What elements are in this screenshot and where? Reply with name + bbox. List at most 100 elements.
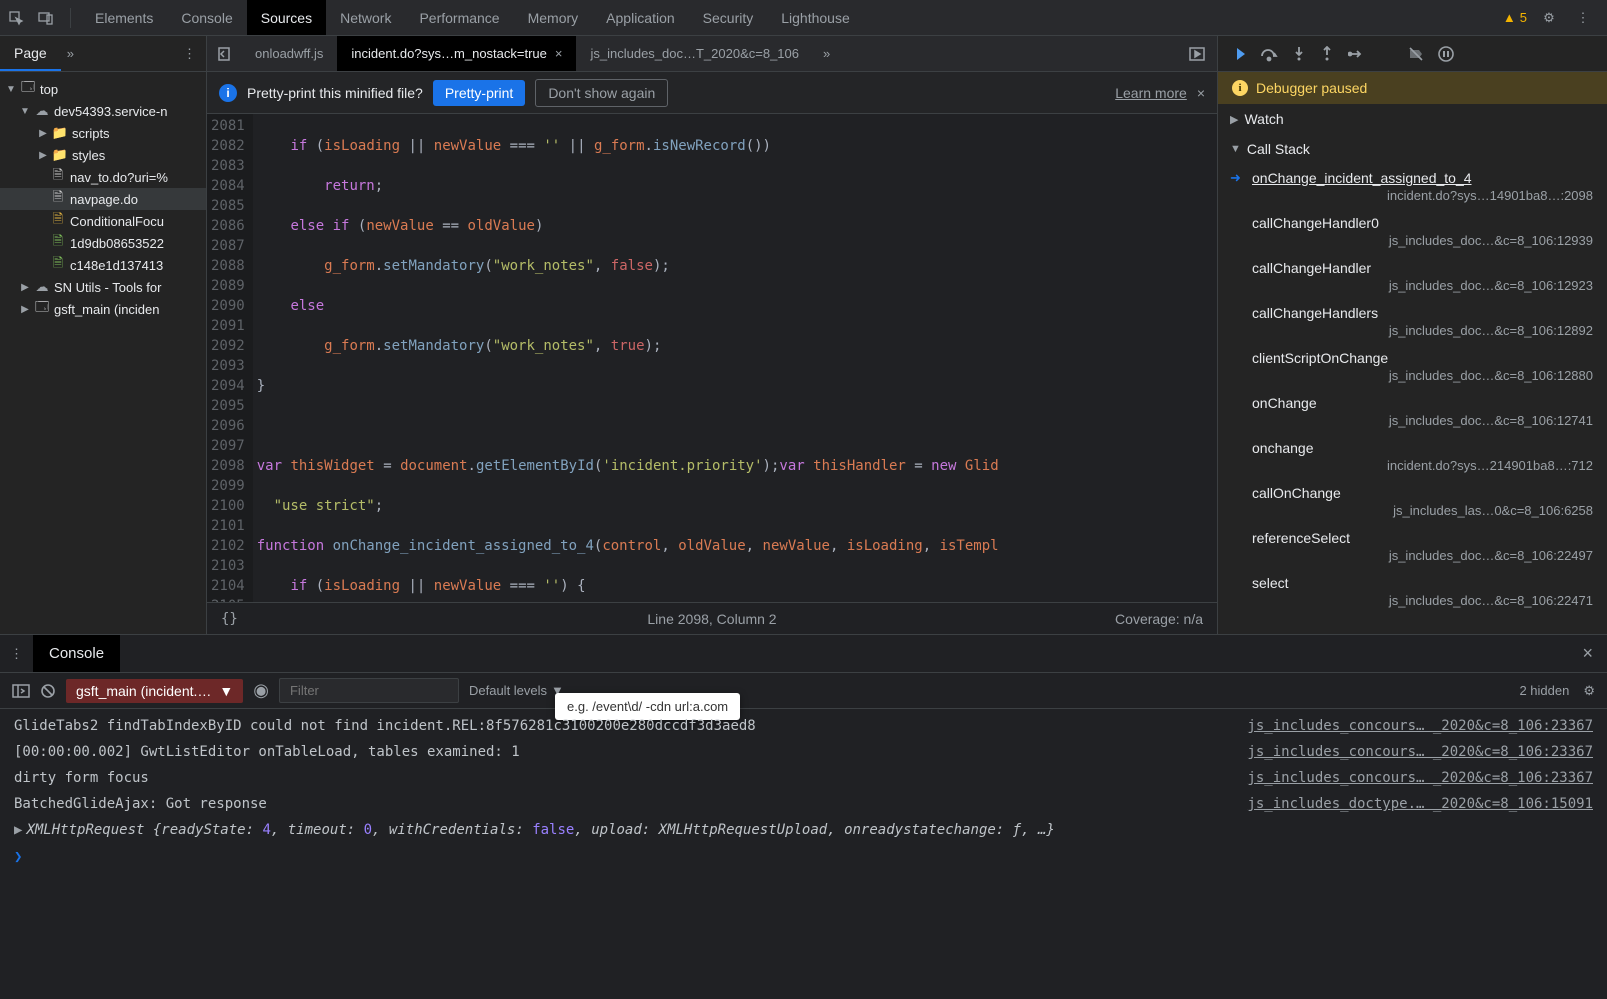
resume-icon[interactable] (1230, 46, 1246, 62)
log-message: ▶XMLHttpRequest {readyState: 4, timeout:… (14, 819, 1593, 841)
close-drawer-icon[interactable]: × (1568, 643, 1607, 664)
settings-icon[interactable]: ⚙ (1537, 6, 1561, 30)
inspect-icon[interactable] (4, 6, 28, 30)
tree-gsft[interactable]: ▶🗔gsft_main (inciden (0, 298, 206, 320)
more-tabs-icon[interactable]: » (813, 46, 840, 61)
tab-security[interactable]: Security (689, 0, 768, 35)
frame-name: callChangeHandlers (1252, 305, 1593, 321)
console-prompt[interactable]: ❯ (0, 843, 1607, 871)
log-source[interactable]: js_includes_concours… _2020&c=8_106:2336… (1227, 741, 1593, 763)
tab-elements[interactable]: Elements (81, 0, 167, 35)
file-tab-label: js_includes_doc…T_2020&c=8_106 (590, 46, 799, 61)
frame-name: onChange (1252, 395, 1593, 411)
console-settings-icon[interactable]: ⚙ (1583, 683, 1595, 699)
console-log-row[interactable]: BatchedGlideAjax: Got response js_includ… (0, 791, 1607, 817)
stack-frame[interactable]: callChangeHandler js_includes_doc…&c=8_1… (1218, 254, 1607, 299)
deactivate-breakpoints-icon[interactable] (1408, 46, 1424, 62)
tab-network[interactable]: Network (326, 0, 405, 35)
stack-frame[interactable]: callChangeHandler0 js_includes_doc…&c=8_… (1218, 209, 1607, 254)
section-label: Watch (1244, 111, 1283, 127)
console-log-row[interactable]: ▶XMLHttpRequest {readyState: 4, timeout:… (0, 817, 1607, 843)
tree-file-navto[interactable]: 🗎nav_to.do?uri=% (0, 166, 206, 188)
console-sidebar-icon[interactable] (12, 684, 30, 698)
log-levels-dropdown[interactable]: Default levels▼ (469, 683, 564, 698)
tree-domain[interactable]: ▼☁dev54393.service-n (0, 100, 206, 122)
device-icon[interactable] (34, 6, 58, 30)
more-icon[interactable]: ⋮ (1571, 6, 1595, 30)
tree-label: scripts (72, 126, 110, 141)
hidden-count[interactable]: 2 hidden (1519, 683, 1569, 698)
context-selector[interactable]: gsft_main (incident.…▼ (66, 679, 243, 703)
pretty-print-button[interactable]: Pretty-print (433, 80, 525, 106)
console-log-row[interactable]: GlideTabs2 findTabIndexByID could not fi… (0, 713, 1607, 739)
pause-exceptions-icon[interactable] (1438, 46, 1454, 62)
tab-sources[interactable]: Sources (247, 0, 326, 35)
log-source[interactable]: js_includes_concours… _2020&c=8_106:2336… (1227, 715, 1593, 737)
stack-frame[interactable]: callOnChange js_includes_las…0&c=8_106:6… (1218, 479, 1607, 524)
console-output[interactable]: GlideTabs2 findTabIndexByID could not fi… (0, 709, 1607, 999)
tab-memory[interactable]: Memory (514, 0, 593, 35)
debugger-paused-banner: i Debugger paused (1218, 72, 1607, 104)
close-icon[interactable]: × (555, 46, 563, 61)
stack-frame[interactable]: onchange incident.do?sys…214901ba8…:712 (1218, 434, 1607, 479)
tree-file-cond[interactable]: 🗎ConditionalFocu (0, 210, 206, 232)
drawer-menu-icon[interactable]: ⋮ (0, 646, 33, 662)
tree-file-1[interactable]: 🗎1d9db08653522 (0, 232, 206, 254)
file-tab-2[interactable]: incident.do?sys…m_nostack=true× (337, 36, 576, 71)
file-tree: ▼🗔top ▼☁dev54393.service-n ▶📁scripts ▶📁s… (0, 72, 206, 326)
frame-name: callOnChange (1252, 485, 1593, 501)
dont-show-button[interactable]: Don't show again (535, 79, 668, 107)
tree-file-2[interactable]: 🗎c148e1d137413 (0, 254, 206, 276)
section-label: Call Stack (1247, 141, 1310, 157)
log-source[interactable]: js_includes_concours… _2020&c=8_106:2336… (1227, 767, 1593, 789)
step-into-icon[interactable] (1292, 46, 1306, 62)
live-expression-icon[interactable]: ◉ (253, 680, 269, 701)
step-over-icon[interactable] (1260, 46, 1278, 62)
code-editor[interactable]: 2081208220832084208520862087208820892090… (207, 114, 1217, 602)
console-log-row[interactable]: [00:00:00.002] GwtListEditor onTableLoad… (0, 739, 1607, 765)
console-tab[interactable]: Console (33, 635, 120, 672)
file-tab-1[interactable]: onloadwff.js (241, 36, 337, 71)
tree-top[interactable]: ▼🗔top (0, 78, 206, 100)
step-icon[interactable] (1348, 46, 1366, 62)
tree-folder-styles[interactable]: ▶📁styles (0, 144, 206, 166)
warning-count: 5 (1520, 10, 1527, 25)
step-out-icon[interactable] (1320, 46, 1334, 62)
tab-lighthouse[interactable]: Lighthouse (767, 0, 864, 35)
main-toolbar: Elements Console Sources Network Perform… (0, 0, 1607, 36)
page-tab[interactable]: Page (0, 36, 61, 71)
tree-file-navpage[interactable]: 🗎navpage.do (0, 188, 206, 210)
learn-more-link[interactable]: Learn more (1115, 85, 1187, 101)
tab-performance[interactable]: Performance (405, 0, 513, 35)
console-log-row[interactable]: dirty form focus js_includes_concours… _… (0, 765, 1607, 791)
warning-badge[interactable]: ▲ 5 (1503, 10, 1527, 25)
stack-frame[interactable]: select js_includes_doc…&c=8_106:22471 (1218, 569, 1607, 614)
history-back-icon[interactable] (207, 47, 241, 61)
tree-label: SN Utils - Tools for (54, 280, 161, 295)
navigator-menu-icon[interactable]: ⋮ (173, 46, 206, 62)
frame-location: incident.do?sys…14901ba8…:2098 (1252, 188, 1593, 203)
tree-folder-scripts[interactable]: ▶📁scripts (0, 122, 206, 144)
stack-frame[interactable]: referenceSelect js_includes_doc…&c=8_106… (1218, 524, 1607, 569)
format-icon[interactable]: {} (221, 611, 238, 627)
clear-console-icon[interactable] (40, 683, 56, 699)
callstack-section[interactable]: ▼Call Stack (1218, 134, 1607, 164)
file-tab-3[interactable]: js_includes_doc…T_2020&c=8_106 (576, 36, 813, 71)
debugger-panel: i Debugger paused ▶Watch ▼Call Stack onC… (1217, 36, 1607, 634)
levels-label: Default levels (469, 683, 547, 698)
filter-input[interactable] (279, 678, 459, 703)
stack-frame[interactable]: onChange_incident_assigned_to_4 incident… (1218, 164, 1607, 209)
navigator-more-icon[interactable]: » (67, 46, 74, 61)
code-area[interactable]: if (isLoading || newValue === '' || g_fo… (253, 114, 1217, 602)
close-icon[interactable]: × (1197, 85, 1205, 101)
tree-snutils[interactable]: ▶☁SN Utils - Tools for (0, 276, 206, 298)
stack-frame[interactable]: clientScriptOnChange js_includes_doc…&c=… (1218, 344, 1607, 389)
log-source[interactable]: js_includes_doctype.… _2020&c=8_106:1509… (1227, 793, 1593, 815)
run-snippet-icon[interactable] (1179, 47, 1217, 61)
stack-frame[interactable]: onChange js_includes_doc…&c=8_106:12741 (1218, 389, 1607, 434)
tab-application[interactable]: Application (592, 0, 689, 35)
watch-section[interactable]: ▶Watch (1218, 104, 1607, 134)
stack-frame[interactable]: callChangeHandlers js_includes_doc…&c=8_… (1218, 299, 1607, 344)
console-toolbar: gsft_main (incident.…▼ ◉ Default levels▼… (0, 673, 1607, 709)
tab-console[interactable]: Console (167, 0, 246, 35)
